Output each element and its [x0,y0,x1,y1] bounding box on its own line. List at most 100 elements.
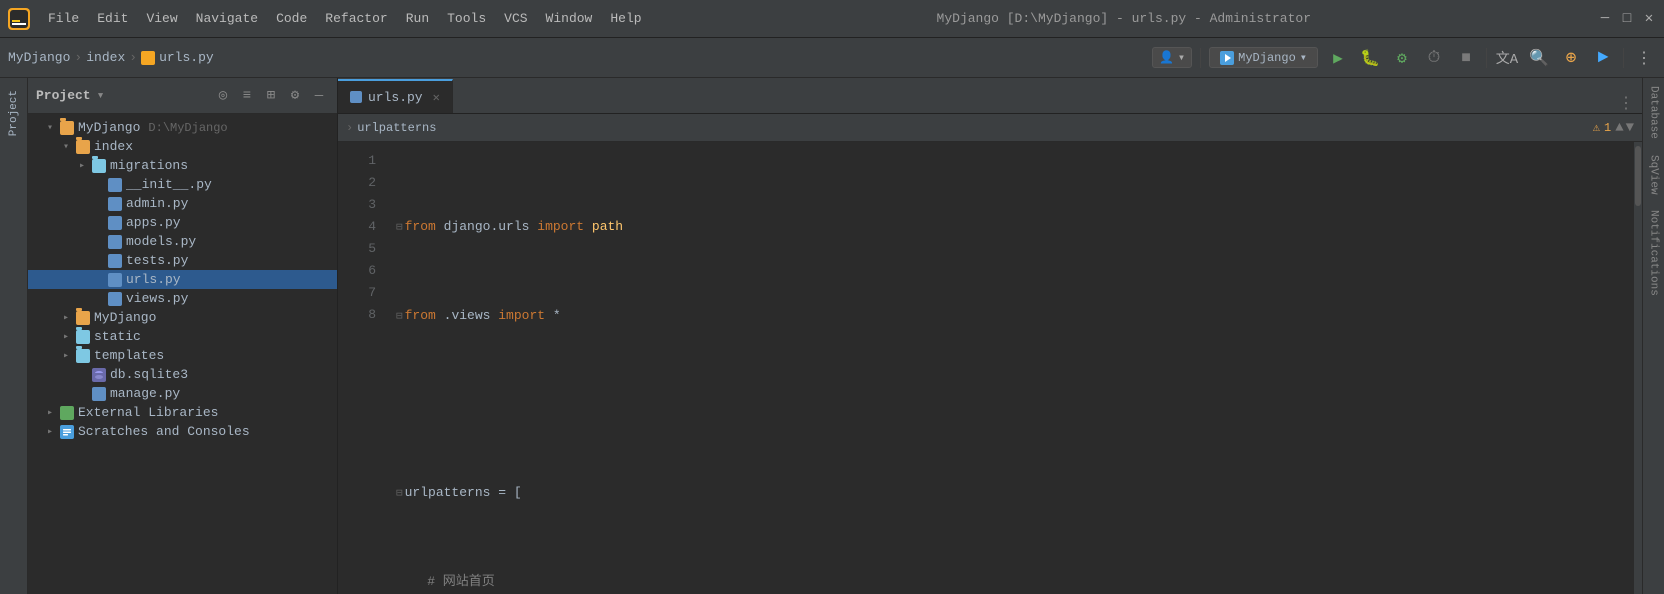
separator2 [1486,48,1487,68]
folder-icon-templates [76,349,90,363]
icon-scratches [60,425,74,439]
tree-label-ext-libs: External Libraries [78,405,218,420]
tree-item-init-py[interactable]: __init__.py [28,175,337,194]
tree-item-models-py[interactable]: models.py [28,232,337,251]
restore-button[interactable]: □ [1620,12,1634,26]
breadcrumb-sep1: › [74,50,82,65]
window-controls: ─ □ ✕ [1598,12,1656,26]
tree-item-mydjango-root[interactable]: MyDjango D:\MyDjango [28,118,337,137]
folder-icon-migrations [92,159,106,173]
tree-item-urls-py[interactable]: urls.py [28,270,337,289]
module-django-urls: django.urls [444,216,530,238]
stop-button[interactable]: ■ [1454,46,1478,70]
tree-label-mydjango-sub: MyDjango [94,310,156,325]
code-content[interactable]: ⊟from django.urls import path ⊟from .vie… [388,142,1634,594]
run-config-button[interactable]: MyDjango ▾ [1209,47,1318,68]
sidebar-dropdown-icon[interactable]: ▾ [97,88,105,103]
minimize-button[interactable]: ─ [1598,12,1612,26]
tree-arrow-migrations [76,160,88,172]
tree-item-migrations[interactable]: migrations [28,156,337,175]
tree-item-templates[interactable]: templates [28,346,337,365]
tree-item-mydjango-sub[interactable]: MyDjango [28,308,337,327]
sidebar-header-icons: ◎ ≡ ⊞ ⚙ — [213,86,329,106]
nav-arrows: ▲ ▼ [1615,120,1634,136]
profile-dropdown-icon: ▾ [1178,50,1185,65]
tree-item-index[interactable]: index [28,137,337,156]
debug-button[interactable]: 🐛 [1358,46,1382,70]
kw-from-2: from [405,305,444,327]
line-num-5: 5 [338,238,376,260]
sidebar-collapse-icon[interactable]: ≡ [237,86,257,106]
separator1 [1200,48,1201,68]
folder-icon-mydjango [60,121,74,135]
tab-urls-py[interactable]: urls.py ✕ [338,79,453,113]
file-icon-tests [108,254,122,268]
tree-item-apps-py[interactable]: apps.py [28,213,337,232]
tree-item-scratches[interactable]: Scratches and Consoles [28,422,337,441]
tree-item-ext-libs[interactable]: External Libraries [28,403,337,422]
notifications-panel-label[interactable]: Notifications [1648,202,1660,304]
warning-badge: ⚠ 1 [1593,120,1611,135]
file-icon-views [108,292,122,306]
breadcrumb-sep2: › [129,50,137,65]
sidebar-expand-icon[interactable]: ⊞ [261,86,281,106]
file-icon-db [92,368,106,382]
update-button[interactable]: ⊕ [1559,46,1583,70]
menu-file[interactable]: File [40,7,87,30]
breadcrumb-index[interactable]: index [86,50,125,65]
profile-button[interactable]: 👤 ▾ [1152,47,1192,68]
editor-toolbar: › urlpatterns ⚠ 1 ▲ ▼ [338,114,1642,142]
editor-tabs: urls.py ✕ ⋮ [338,78,1642,114]
warning-count: 1 [1604,121,1611,135]
file-icon-models [108,235,122,249]
menu-refactor[interactable]: Refactor [317,7,395,30]
tabs-more-button[interactable]: ⋮ [1610,93,1642,113]
database-panel-label[interactable]: Database [1648,78,1660,147]
code-line-5: # 网站首页 [388,571,1634,593]
coverage-button[interactable]: ⚙ [1390,46,1414,70]
menu-help[interactable]: Help [602,7,649,30]
nav-down-icon[interactable]: ▼ [1626,120,1634,136]
nav-up-icon[interactable]: ▲ [1615,120,1623,136]
sidebar-locate-icon[interactable]: ◎ [213,86,233,106]
close-button[interactable]: ✕ [1642,12,1656,26]
line-num-2: 2 [338,172,376,194]
sidebar-hide-icon[interactable]: — [309,86,329,106]
menu-bar: File Edit View Navigate Code Refactor Ru… [40,7,650,30]
sqview-panel-label[interactable]: SqView [1648,147,1660,203]
search-button[interactable]: 🔍 [1527,46,1551,70]
tree-label-index: index [94,139,133,154]
menu-view[interactable]: View [138,7,185,30]
breadcrumb-file[interactable]: urls.py [141,50,214,65]
tree-item-db-sqlite[interactable]: db.sqlite3 [28,365,337,384]
project-strip-label[interactable]: Project [8,82,20,144]
menu-code[interactable]: Code [268,7,315,30]
menu-run[interactable]: Run [398,7,437,30]
fold-marker-1: ⊟ [396,217,403,239]
folder-icon-static [76,330,90,344]
menu-window[interactable]: Window [538,7,601,30]
tree-item-manage-py[interactable]: manage.py [28,384,337,403]
equals-1: = [490,482,513,504]
breadcrumb: MyDjango › index › urls.py [8,50,214,65]
tree-item-static[interactable]: static [28,327,337,346]
more-button[interactable]: ⋮ [1632,46,1656,70]
menu-tools[interactable]: Tools [439,7,494,30]
profile-run-button[interactable]: ⏱ [1422,46,1446,70]
tree-label-views: views.py [126,291,188,306]
sidebar-settings-icon[interactable]: ⚙ [285,86,305,106]
tree-item-tests-py[interactable]: tests.py [28,251,337,270]
vertical-scrollbar[interactable] [1634,142,1642,594]
translate-button[interactable]: 文A [1495,46,1519,70]
run-button[interactable]: ▶ [1326,46,1350,70]
tab-close-button[interactable]: ✕ [433,90,440,105]
breadcrumb-mydjango[interactable]: MyDjango [8,50,70,65]
menu-navigate[interactable]: Navigate [188,7,266,30]
tree-item-views-py[interactable]: views.py [28,289,337,308]
plugin-button[interactable]: ► [1591,46,1615,70]
tree-item-admin-py[interactable]: admin.py [28,194,337,213]
kw-from-1: from [405,216,444,238]
project-strip: Project [0,78,28,594]
menu-vcs[interactable]: VCS [496,7,535,30]
menu-edit[interactable]: Edit [89,7,136,30]
